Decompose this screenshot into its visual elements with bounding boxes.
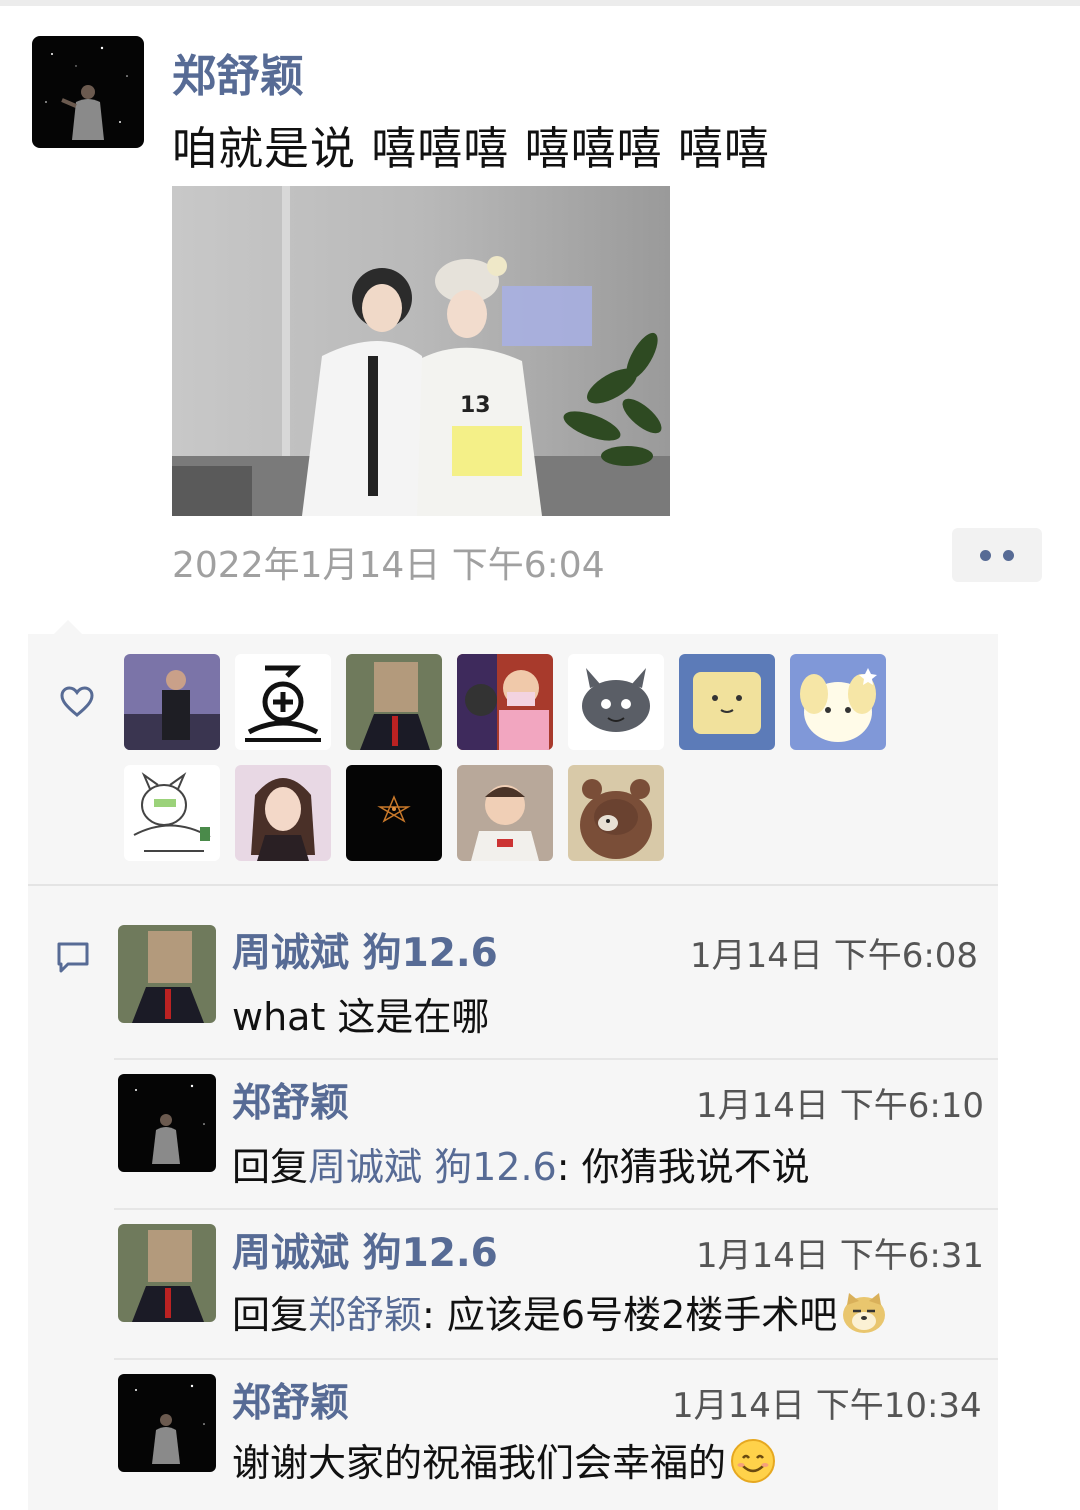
post-timestamp: 2022年1月14日 下午6:04 — [172, 545, 605, 586]
post-text: 咱就是说 嘻嘻嘻 嘻嘻嘻 嘻嘻 — [172, 122, 770, 175]
post-photo[interactable]: 13 — [172, 186, 670, 516]
comment-time: 1月14日 下午6:31 — [696, 1236, 985, 1276]
comment-author[interactable]: 周诚斌 狗12.6 — [232, 922, 498, 978]
comment-icon — [56, 940, 90, 974]
comment-author[interactable]: 郑舒颖 — [232, 1372, 349, 1428]
like-avatar[interactable] — [457, 654, 553, 750]
like-avatar[interactable] — [457, 765, 553, 861]
reply-prefix: 回复 — [232, 1293, 309, 1337]
svg-text:13: 13 — [460, 393, 491, 418]
comment-text: what 这是在哪 — [232, 995, 490, 1039]
like-avatar[interactable] — [568, 654, 664, 750]
like-avatar[interactable] — [346, 765, 442, 861]
like-avatar[interactable] — [124, 765, 220, 861]
comment-author[interactable]: 郑舒颖 — [232, 1072, 349, 1128]
like-avatar[interactable] — [568, 765, 664, 861]
like-avatar[interactable] — [235, 654, 331, 750]
comment-author[interactable]: 周诚斌 狗12.6 — [232, 1222, 498, 1278]
reply-body: : 你猜我说不说 — [556, 1145, 810, 1189]
like-avatar[interactable] — [346, 654, 442, 750]
commenter-avatar[interactable] — [118, 1074, 216, 1172]
comment-divider — [114, 1358, 998, 1360]
more-dot-icon — [980, 549, 991, 561]
post-author-name[interactable]: 郑舒颖 — [172, 40, 304, 104]
comment-time: 1月14日 下午10:34 — [672, 1386, 982, 1426]
comment-time: 1月14日 下午6:08 — [690, 936, 979, 976]
heart-icon — [60, 686, 94, 718]
comment-text: 回复郑舒颖: 应该是6号楼2楼手术吧 — [232, 1284, 887, 1344]
like-avatar[interactable] — [124, 654, 220, 750]
commenter-avatar[interactable] — [118, 1374, 216, 1472]
commenter-avatar[interactable] — [118, 925, 216, 1023]
commenter-avatar[interactable] — [118, 1224, 216, 1322]
reply-body: : 应该是6号楼2楼手术吧 — [422, 1293, 838, 1337]
author-avatar[interactable] — [32, 36, 144, 148]
reply-target[interactable]: 周诚斌 狗12.6 — [308, 1145, 557, 1189]
likes-divider — [28, 884, 998, 886]
reply-target[interactable]: 郑舒颖 — [308, 1293, 422, 1337]
comment-body: 谢谢大家的祝福我们会幸福的 — [232, 1441, 727, 1485]
comment-divider — [114, 1208, 998, 1210]
smile-emoji-icon — [730, 1438, 776, 1493]
comment-time: 1月14日 下午6:10 — [696, 1086, 985, 1126]
like-avatar[interactable] — [679, 654, 775, 750]
comment-text: 回复周诚斌 狗12.6: 你猜我说不说 — [232, 1136, 810, 1191]
top-edge — [0, 0, 1080, 6]
reply-prefix: 回复 — [232, 1145, 309, 1189]
like-avatar[interactable] — [790, 654, 886, 750]
more-dot-icon — [1003, 549, 1014, 561]
comment-divider — [114, 1058, 998, 1060]
doge-emoji-icon — [841, 1291, 887, 1344]
like-avatar[interactable] — [235, 765, 331, 861]
comment-text: 谢谢大家的祝福我们会幸福的 — [232, 1432, 776, 1493]
more-actions-button[interactable] — [952, 528, 1042, 582]
